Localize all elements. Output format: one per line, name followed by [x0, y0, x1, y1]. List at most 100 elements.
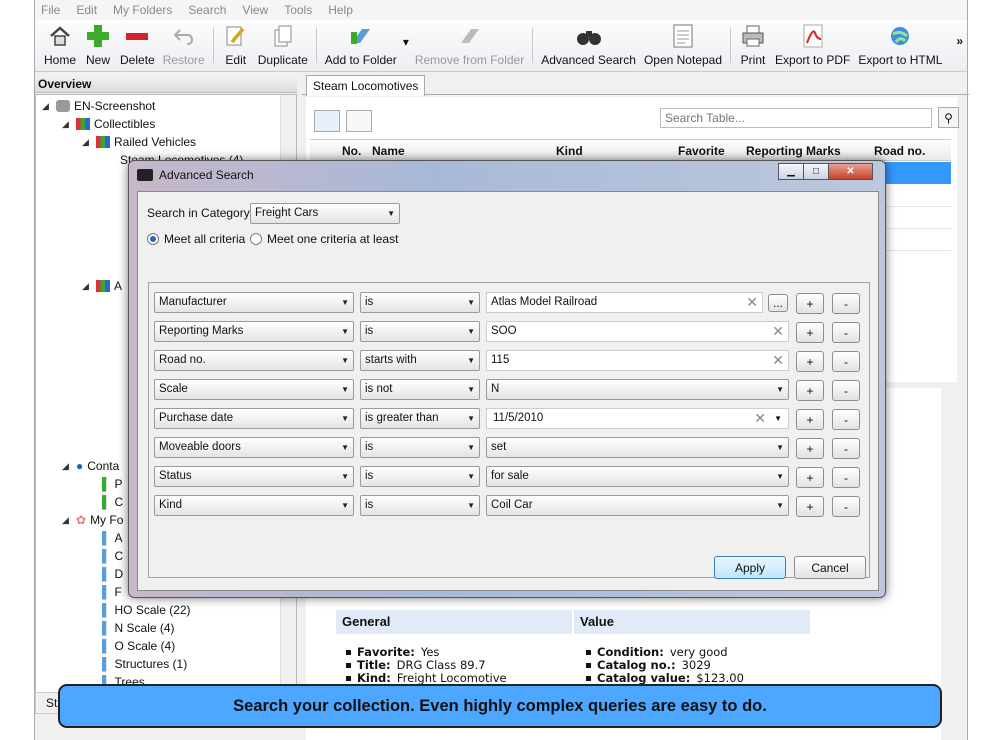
- menu-my-folders[interactable]: My Folders: [113, 3, 172, 17]
- tab-steam-locomotives[interactable]: Steam Locomotives: [306, 75, 426, 96]
- export-pdf-button[interactable]: Export to PDF: [771, 20, 854, 71]
- print-button[interactable]: Print: [735, 20, 771, 71]
- tree-item-folder[interactable]: ▌ F: [102, 583, 122, 601]
- tree-item-collectibles[interactable]: ◢ Collectibles: [62, 115, 155, 133]
- criteria-value-select[interactable]: set: [486, 437, 789, 458]
- column-name[interactable]: Name: [372, 144, 405, 158]
- tree-item-structures[interactable]: ▌ Structures (1): [102, 655, 187, 673]
- remove-from-folder-button[interactable]: Remove from Folder: [411, 20, 528, 71]
- menu-edit[interactable]: Edit: [76, 3, 97, 17]
- dialog-titlebar[interactable]: Advanced Search ▁ □ ✕: [129, 161, 885, 189]
- menu-view[interactable]: View: [242, 3, 268, 17]
- criteria-operator-select[interactable]: is greater than: [360, 408, 480, 429]
- criteria-field-select[interactable]: Road no.: [154, 350, 354, 371]
- remove-criteria-button[interactable]: -: [832, 380, 860, 401]
- toolbar-overflow-button[interactable]: »: [952, 20, 967, 71]
- criteria-operator-select[interactable]: is: [360, 466, 480, 487]
- add-criteria-button[interactable]: +: [796, 467, 824, 488]
- criteria-value-input[interactable]: 115 ✕: [486, 350, 789, 371]
- open-notepad-button[interactable]: Open Notepad: [640, 20, 726, 71]
- details-scrollbar[interactable]: [941, 388, 957, 740]
- tree-item-p[interactable]: ▌ P: [102, 475, 123, 493]
- column-kind[interactable]: Kind: [556, 144, 583, 158]
- export-html-button[interactable]: Export to HTML: [854, 20, 946, 71]
- criteria-field-select[interactable]: Kind: [154, 495, 354, 516]
- category-select[interactable]: Freight Cars: [250, 203, 400, 224]
- column-road-no[interactable]: Road no.: [874, 144, 925, 158]
- remove-criteria-button[interactable]: -: [832, 351, 860, 372]
- add-criteria-button[interactable]: +: [796, 351, 824, 372]
- column-favorite[interactable]: Favorite: [678, 144, 725, 158]
- criteria-field-select[interactable]: Status: [154, 466, 354, 487]
- calendar-dropdown-icon[interactable]: ▼: [774, 414, 782, 423]
- criteria-operator-select[interactable]: is: [360, 437, 480, 458]
- remove-criteria-button[interactable]: -: [832, 322, 860, 343]
- criteria-value-select[interactable]: Coil Car: [486, 495, 789, 516]
- list-view-button[interactable]: [314, 110, 340, 132]
- restore-button[interactable]: Restore: [159, 20, 209, 71]
- menu-tools[interactable]: Tools: [284, 3, 312, 17]
- tree-item-railed-vehicles[interactable]: ◢ Railed Vehicles: [82, 133, 196, 151]
- tree-item-contacts[interactable]: ◢ ● Conta: [62, 457, 119, 475]
- home-button[interactable]: Home: [40, 20, 80, 71]
- clear-icon[interactable]: ✕: [772, 323, 784, 340]
- delete-button[interactable]: Delete: [116, 20, 159, 71]
- advanced-search-button[interactable]: Advanced Search: [537, 20, 640, 71]
- remove-criteria-button[interactable]: -: [832, 467, 860, 488]
- new-button[interactable]: New: [80, 20, 116, 71]
- close-button[interactable]: ✕: [828, 163, 873, 180]
- minimize-button[interactable]: ▁: [778, 163, 804, 180]
- radio-meet-all[interactable]: Meet all criteria: [147, 232, 245, 246]
- add-criteria-button[interactable]: +: [796, 380, 824, 401]
- apply-button[interactable]: Apply: [714, 556, 786, 579]
- maximize-button[interactable]: □: [803, 163, 829, 180]
- edit-button[interactable]: Edit: [218, 20, 254, 71]
- tree-item-ho-scale[interactable]: ▌ HO Scale (22): [102, 601, 191, 619]
- menu-help[interactable]: Help: [328, 3, 353, 17]
- tree-item-c[interactable]: ▌ C: [102, 493, 123, 511]
- criteria-value-input[interactable]: SOO ✕: [486, 321, 789, 342]
- add-to-folder-dropdown[interactable]: ▾: [401, 20, 411, 71]
- menu-file[interactable]: File: [41, 3, 60, 17]
- remove-criteria-button[interactable]: -: [832, 409, 860, 430]
- clear-icon[interactable]: ✕: [754, 410, 766, 427]
- grid-view-button[interactable]: [346, 110, 372, 132]
- add-criteria-button[interactable]: +: [796, 496, 824, 517]
- tree-item-root[interactable]: ◢ EN-Screenshot: [42, 97, 155, 115]
- add-criteria-button[interactable]: +: [796, 409, 824, 430]
- remove-criteria-button[interactable]: -: [832, 293, 860, 314]
- tree-item-my-folders[interactable]: ◢ ✿ My Fo: [62, 511, 123, 529]
- criteria-field-select[interactable]: Reporting Marks: [154, 321, 354, 342]
- criteria-field-select[interactable]: Scale: [154, 379, 354, 400]
- add-criteria-button[interactable]: +: [796, 322, 824, 343]
- tree-item-folder[interactable]: ▌ D: [102, 565, 123, 583]
- column-reporting-marks[interactable]: Reporting Marks: [746, 144, 841, 158]
- add-criteria-button[interactable]: +: [796, 293, 824, 314]
- search-table-input[interactable]: Search Table...: [660, 108, 932, 128]
- criteria-value-select[interactable]: for sale: [486, 466, 789, 487]
- cancel-button[interactable]: Cancel: [794, 556, 866, 579]
- remove-criteria-button[interactable]: -: [832, 438, 860, 459]
- criteria-value-input[interactable]: 11/5/2010 ✕ ▼: [486, 408, 789, 429]
- criteria-operator-select[interactable]: is not: [360, 379, 480, 400]
- radio-meet-one[interactable]: Meet one criteria at least: [250, 232, 398, 246]
- add-criteria-button[interactable]: +: [796, 438, 824, 459]
- tree-item-n-scale[interactable]: ▌ N Scale (4): [102, 619, 175, 637]
- clear-icon[interactable]: ✕: [746, 294, 758, 311]
- tree-item-o-scale[interactable]: ▌ O Scale (4): [102, 637, 175, 655]
- duplicate-button[interactable]: Duplicate: [254, 20, 312, 71]
- criteria-field-select[interactable]: Manufacturer: [154, 292, 354, 313]
- menu-search[interactable]: Search: [188, 3, 226, 17]
- criteria-field-select[interactable]: Purchase date: [154, 408, 354, 429]
- criteria-field-select[interactable]: Moveable doors: [154, 437, 354, 458]
- column-no[interactable]: No.: [342, 144, 361, 158]
- tree-item-folder[interactable]: ▌ A: [102, 529, 123, 547]
- criteria-value-select[interactable]: N: [486, 379, 789, 400]
- add-to-folder-button[interactable]: Add to Folder: [321, 20, 401, 71]
- clear-icon[interactable]: ✕: [772, 352, 784, 369]
- tree-item-folder[interactable]: ▌ C: [102, 547, 123, 565]
- criteria-operator-select[interactable]: is: [360, 495, 480, 516]
- remove-criteria-button[interactable]: -: [832, 496, 860, 517]
- criteria-operator-select[interactable]: is: [360, 321, 480, 342]
- criteria-value-input[interactable]: Atlas Model Railroad ✕: [486, 292, 763, 313]
